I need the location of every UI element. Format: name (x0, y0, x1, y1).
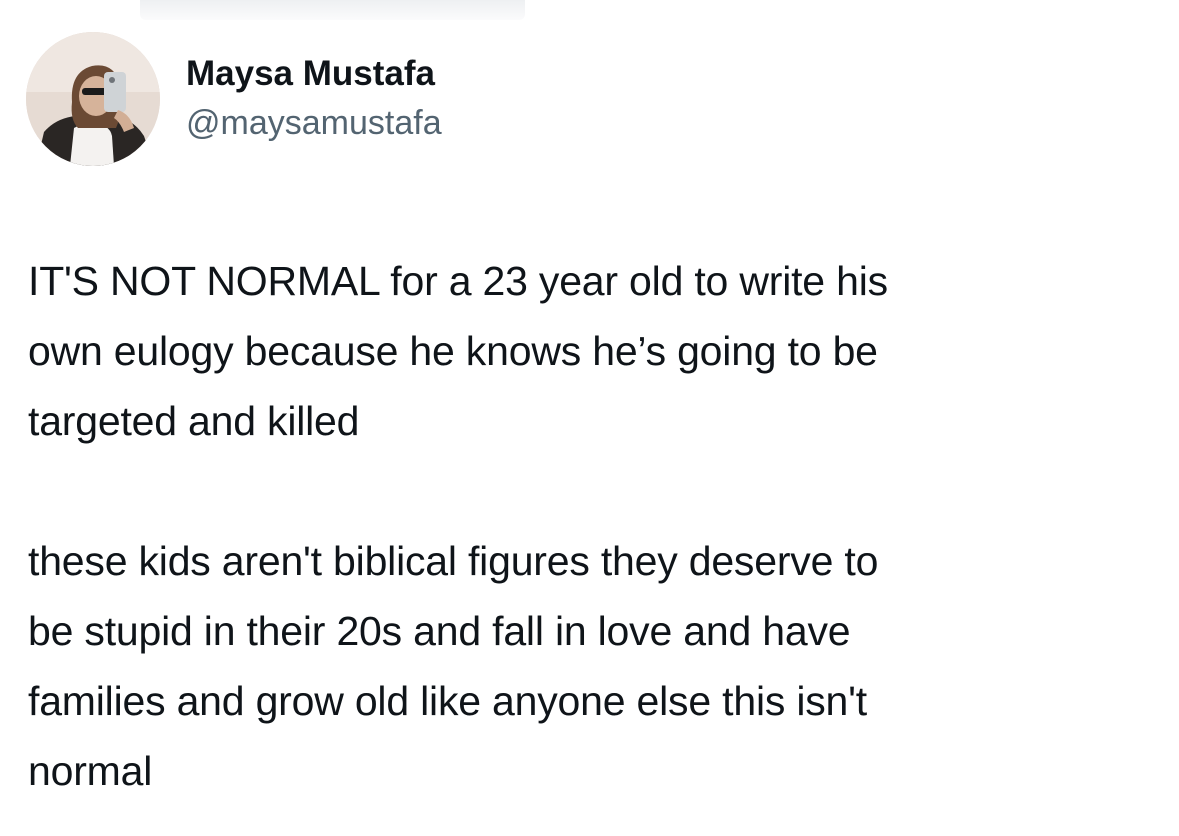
author-display-name[interactable]: Maysa Mustafa (186, 52, 442, 96)
tweet-paragraph-2: these kids aren't biblical figures they … (28, 538, 879, 794)
avatar[interactable] (26, 32, 160, 166)
tweet-header: Maysa Mustafa @maysamustafa (26, 32, 442, 166)
tweet-paragraph-1: IT'S NOT NORMAL for a 23 year old to wri… (28, 258, 888, 444)
author-handle[interactable]: @maysamustafa (186, 102, 442, 144)
cropped-top-edge (140, 0, 525, 20)
author-names: Maysa Mustafa @maysamustafa (186, 52, 442, 144)
tweet-text: IT'S NOT NORMAL for a 23 year old to wri… (28, 246, 1153, 806)
profile-photo-avatar (26, 32, 160, 166)
